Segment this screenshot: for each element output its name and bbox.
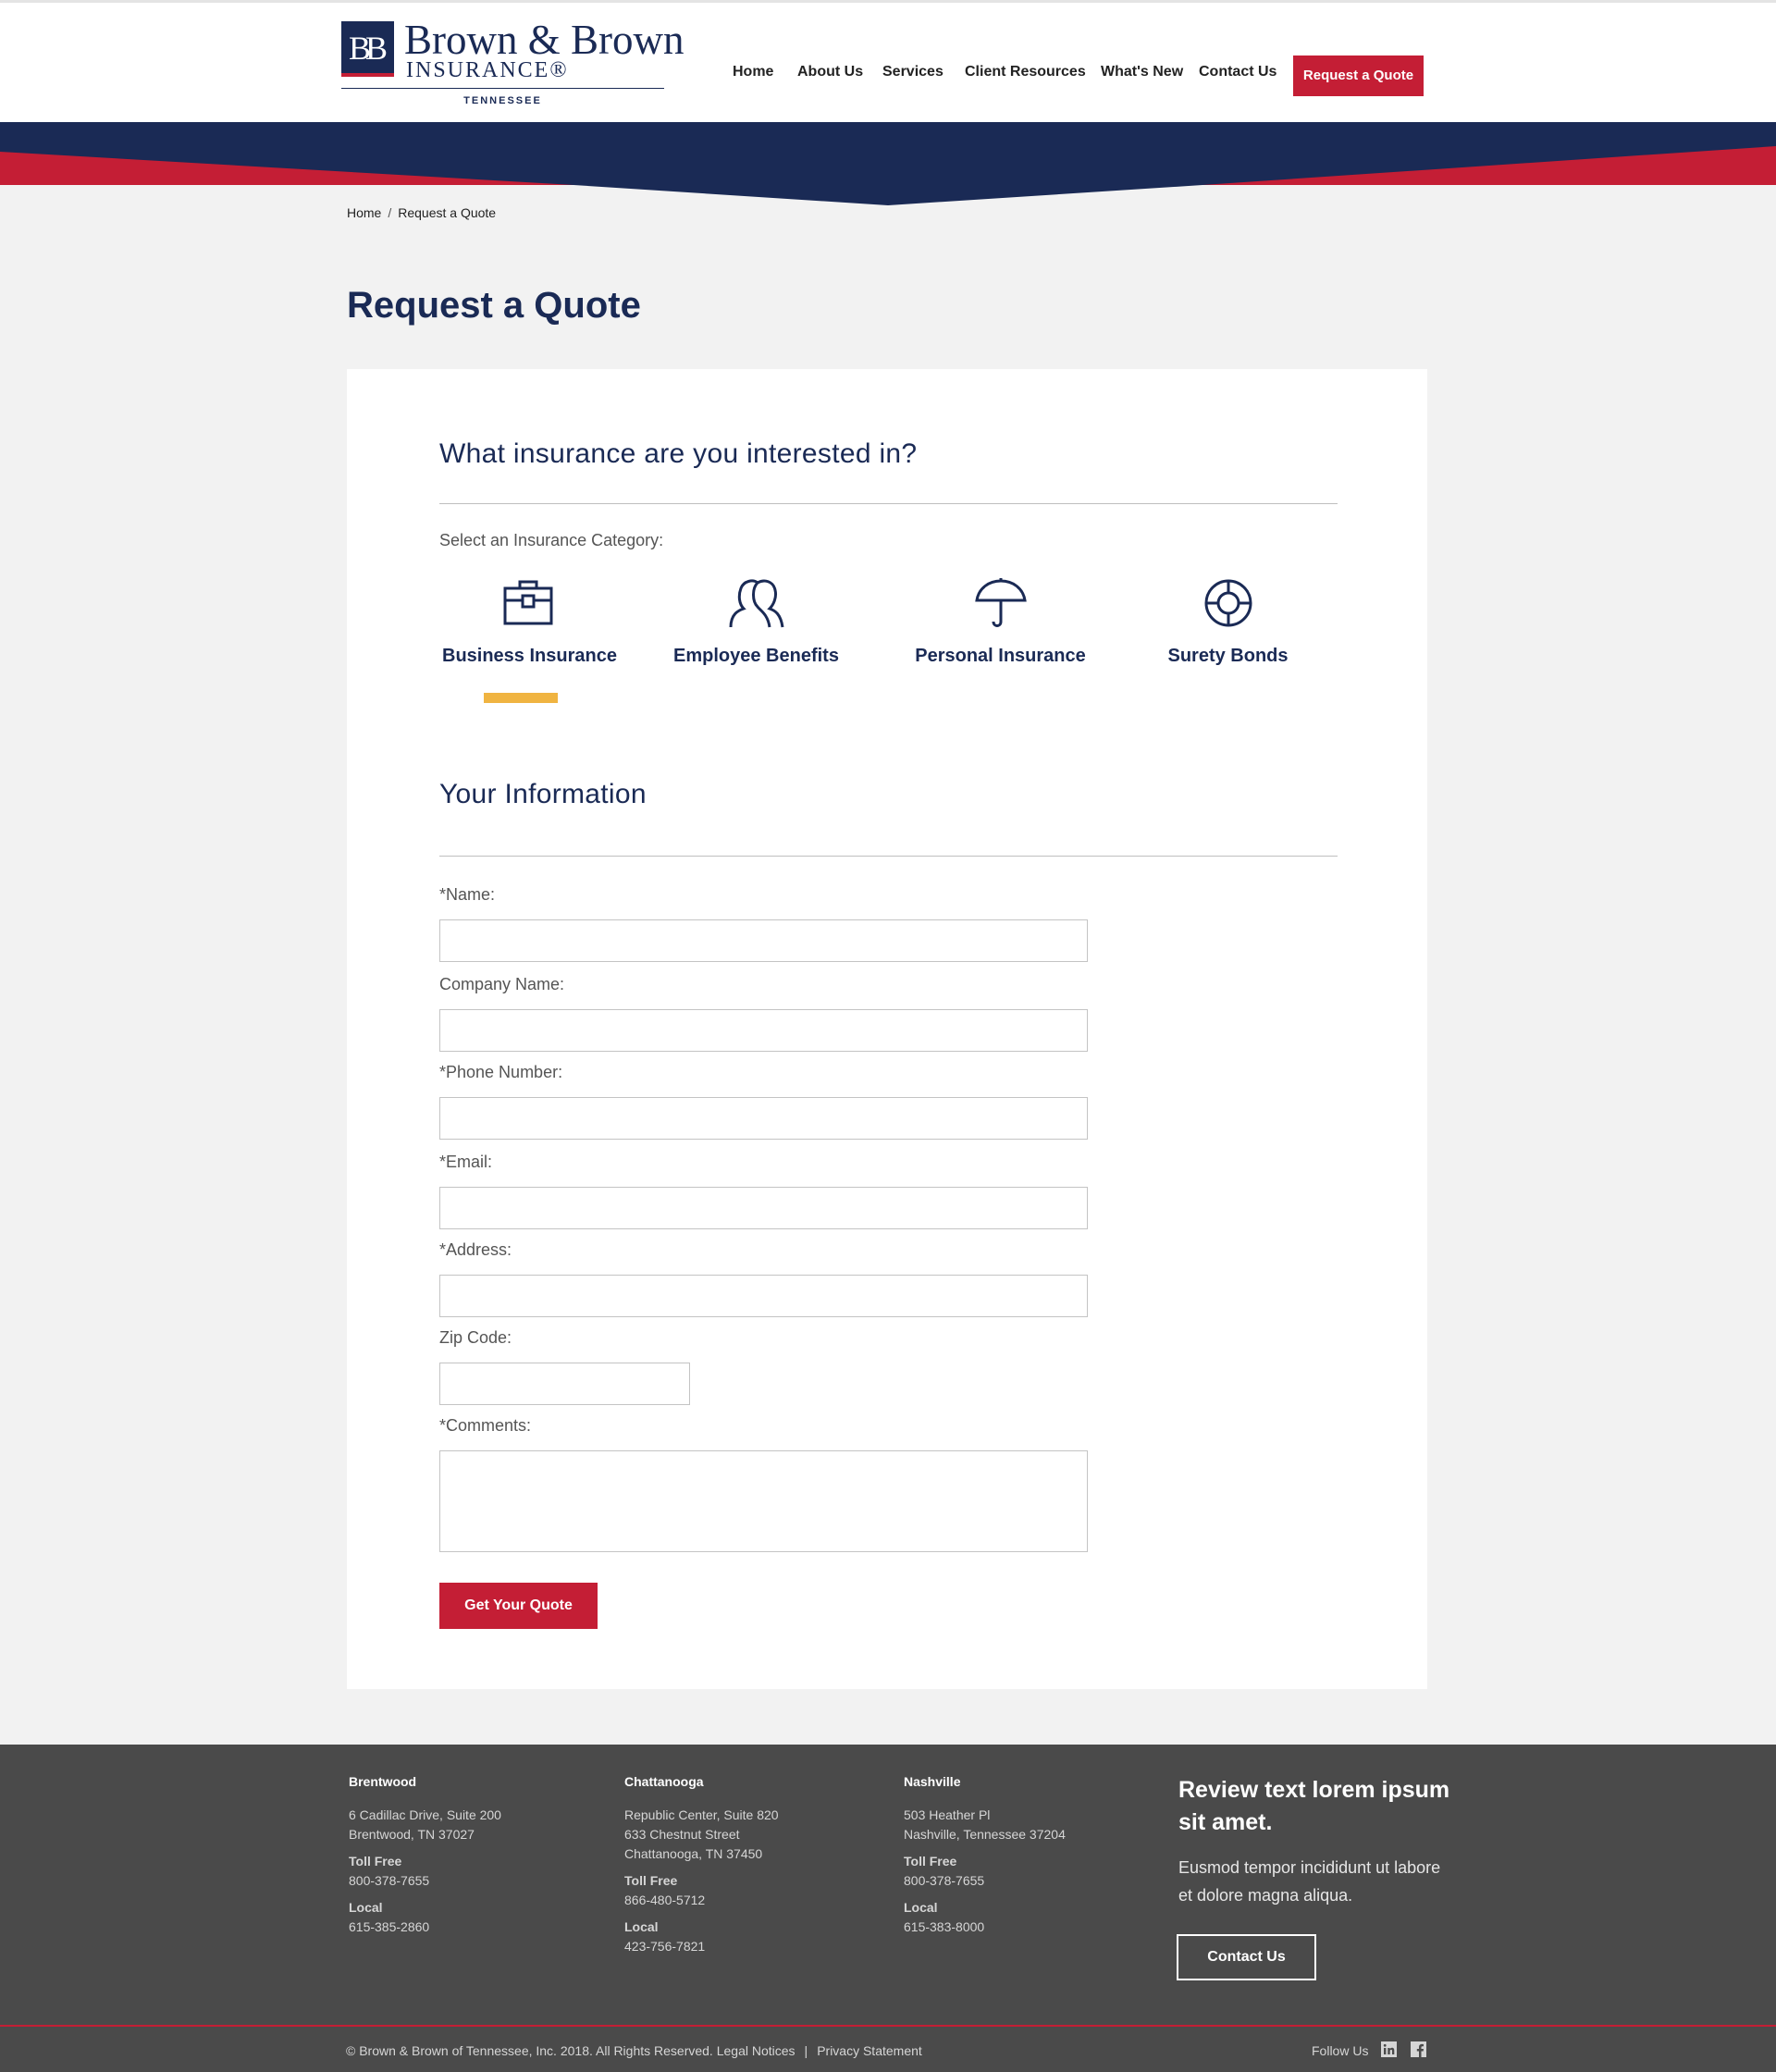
phone-label: *Phone Number: [439, 1063, 563, 1081]
company-name-label: Company Name: [439, 975, 565, 993]
footer-divider [0, 2025, 1776, 2027]
office-address-line: Nashville, Tennessee 37204 [904, 1827, 1066, 1842]
toll-free-label: Toll Free [904, 1854, 957, 1868]
category-surety-bonds[interactable]: Surety Bonds [1142, 577, 1314, 667]
toll-free-label: Toll Free [624, 1873, 678, 1888]
office-city: Nashville [904, 1774, 961, 1789]
company-name-field[interactable] [439, 1009, 1088, 1052]
category-label: Business Insurance [442, 646, 617, 666]
toll-free-label: Toll Free [349, 1854, 402, 1868]
logo-monogram-text: BB [349, 30, 388, 67]
logo-insurance: INSURANCE® [406, 58, 569, 82]
selected-category-indicator [484, 693, 558, 703]
breadcrumb: Home / Request a Quote [347, 205, 496, 220]
logo-divider [341, 88, 664, 89]
comments-field[interactable] [439, 1450, 1088, 1552]
insurance-divider [439, 503, 1338, 504]
privacy-statement-link[interactable]: Privacy Statement [817, 2043, 922, 2058]
review-text: Eusmod tempor incididunt ut labore et do… [1178, 1858, 1441, 1905]
local-number[interactable]: 423-756-7821 [624, 1937, 865, 1956]
comments-label: *Comments: [439, 1416, 532, 1435]
lifebuoy-icon [1204, 579, 1252, 627]
nav-services[interactable]: Services [882, 64, 944, 80]
get-quote-button[interactable]: Get Your Quote [439, 1583, 598, 1629]
follow-us-label: Follow Us [1312, 2043, 1369, 2058]
office-city: Chattanooga [624, 1774, 704, 1789]
local-number[interactable]: 615-383-8000 [904, 1918, 1144, 1937]
category-label: Personal Insurance [915, 646, 1086, 666]
category-label: Surety Bonds [1167, 646, 1289, 666]
toll-free-number[interactable]: 800-378-7655 [349, 1871, 589, 1891]
copyright-bar: © Brown & Brown of Tennessee, Inc. 2018.… [346, 2043, 922, 2058]
select-category-label: Select an Insurance Category: [439, 531, 664, 549]
office-address-line: Republic Center, Suite 820 [624, 1807, 779, 1822]
office-address-line: 503 Heather Pl [904, 1807, 991, 1822]
nav-whats-new[interactable]: What's New [1101, 64, 1183, 80]
toll-free-number[interactable]: 866-480-5712 [624, 1891, 865, 1910]
insurance-heading: What insurance are you interested in? [439, 438, 918, 469]
local-number[interactable]: 615-385-2860 [349, 1918, 589, 1937]
email-label: *Email: [439, 1153, 493, 1171]
footer-contact-button[interactable]: Contact Us [1177, 1934, 1316, 1980]
zip-code-label: Zip Code: [439, 1328, 512, 1347]
breadcrumb-home[interactable]: Home [347, 205, 381, 220]
legal-notices-link[interactable]: Legal Notices [717, 2043, 796, 2058]
local-label: Local [904, 1900, 938, 1915]
category-employee-benefits[interactable]: Employee Benefits [671, 577, 842, 667]
nav-client-resources[interactable]: Client Resources [965, 64, 1086, 80]
logo-name: Brown & Brown [404, 17, 684, 63]
office-address-line: Chattanooga, TN 37450 [624, 1846, 763, 1861]
umbrella-icon [974, 578, 1027, 627]
request-quote-button[interactable]: Request a Quote [1293, 56, 1424, 96]
email-field[interactable] [439, 1187, 1088, 1229]
local-label: Local [349, 1900, 383, 1915]
phone-field[interactable] [439, 1097, 1088, 1140]
name-field[interactable] [439, 919, 1088, 962]
name-label: *Name: [439, 885, 496, 904]
office-chattanooga: Chattanooga Republic Center, Suite 820 6… [624, 1774, 865, 1956]
office-address-line: 633 Chestnut Street [624, 1827, 740, 1842]
breadcrumb-current: Request a Quote [398, 205, 497, 220]
logo-stripe [341, 73, 394, 77]
site-footer: Brentwood 6 Cadillac Drive, Suite 200 Br… [0, 1745, 1776, 2072]
address-field[interactable] [439, 1275, 1088, 1317]
information-divider [439, 856, 1338, 857]
nav-about-us[interactable]: About Us [797, 64, 863, 80]
briefcase-icon [503, 580, 552, 625]
quote-form-card: What insurance are you interested in? Se… [347, 369, 1427, 1689]
page-title: Request a Quote [347, 285, 641, 326]
toll-free-number[interactable]: 800-378-7655 [904, 1871, 1144, 1891]
nav-contact-us[interactable]: Contact Us [1199, 64, 1276, 80]
zip-code-field[interactable] [439, 1363, 690, 1405]
hero-banner [0, 122, 1776, 205]
address-label: *Address: [439, 1240, 512, 1259]
office-nashville: Nashville 503 Heather Pl Nashville, Tenn… [904, 1774, 1144, 1937]
logo-monogram: BB [341, 21, 394, 77]
logo-state: TENNESSEE [463, 95, 542, 106]
office-city: Brentwood [349, 1774, 417, 1789]
your-information-heading: Your Information [439, 779, 647, 809]
people-icon [729, 579, 783, 628]
category-business-insurance[interactable]: Business Insurance [442, 577, 617, 667]
category-personal-insurance[interactable]: Personal Insurance [906, 577, 1095, 667]
local-label: Local [624, 1919, 659, 1934]
office-address-line: Brentwood, TN 37027 [349, 1827, 475, 1842]
nav-home[interactable]: Home [733, 64, 773, 80]
footer-link-divider: | [804, 2043, 808, 2058]
review-title: Review text lorem ipsum sit amet. [1178, 1777, 1450, 1835]
office-address-line: 6 Cadillac Drive, Suite 200 [349, 1807, 501, 1822]
site-header: BB Brown & Brown INSURANCE® TENNESSEE Ho… [0, 3, 1776, 122]
linkedin-icon[interactable] [1381, 2041, 1397, 2057]
category-label: Employee Benefits [673, 646, 839, 666]
copyright-text: © Brown & Brown of Tennessee, Inc. 2018.… [346, 2043, 713, 2058]
brand-logo[interactable]: BB Brown & Brown INSURANCE® TENNESSEE [341, 18, 684, 108]
breadcrumb-separator: / [388, 205, 392, 220]
facebook-icon[interactable] [1411, 2041, 1426, 2057]
office-brentwood: Brentwood 6 Cadillac Drive, Suite 200 Br… [349, 1774, 589, 1937]
